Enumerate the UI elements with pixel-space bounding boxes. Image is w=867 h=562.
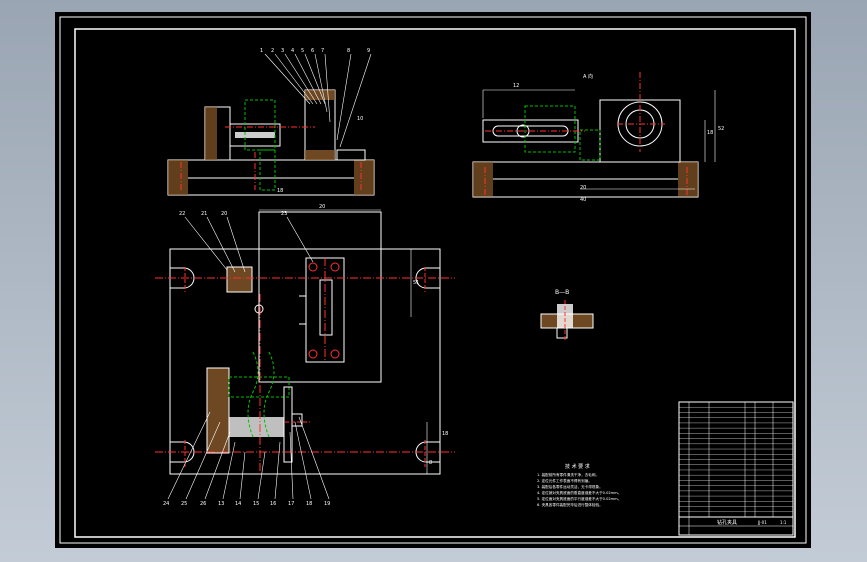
balloon: 8: [347, 48, 350, 54]
balloon: 21: [201, 211, 207, 217]
balloon: 24: [163, 501, 169, 507]
section-b-b: [540, 300, 594, 342]
right-view: [472, 72, 716, 198]
note-line: 4. 定位销对夹具底面的垂直度误差不大于0.02mm。: [537, 490, 621, 495]
notes-title: 技 术 要 求: [565, 463, 590, 470]
note-line: 3. 装配后各零件运动灵活，无卡滞现象。: [537, 484, 603, 489]
dim-right-bottom-1: 20: [580, 185, 586, 191]
cad-viewport[interactable]: 1 2 3 4 5 6 7 8 9 10 18 A 向 12 52 18 20 …: [55, 12, 811, 548]
balloon: 15: [253, 501, 259, 507]
balloon: 23: [281, 211, 287, 217]
balloon: 19: [324, 501, 330, 507]
balloon: 6: [311, 48, 314, 54]
balloon: 14: [235, 501, 241, 507]
balloon: 20: [221, 211, 227, 217]
title-block-title: 钻孔夹具: [717, 519, 737, 526]
balloon: 2: [271, 48, 274, 54]
balloon: 25: [181, 501, 187, 507]
note-line: 2. 定位元件工作表面不得有划痕。: [537, 478, 592, 483]
balloon: 10: [357, 116, 363, 122]
dim-right-small: 18: [707, 130, 713, 136]
title-block: [678, 401, 794, 536]
balloon: 1: [260, 48, 263, 54]
balloon: 17: [288, 501, 294, 507]
dim-right-bottom-2: 40: [580, 197, 586, 203]
title-block-rows: [679, 407, 793, 512]
dim-front-width: 18: [277, 188, 283, 194]
balloon: 18: [306, 501, 312, 507]
title-block-scale: 1:1: [780, 520, 787, 525]
dim-plan-width: 20: [319, 204, 325, 210]
plan-balloons-bottom: 24 25 26 13 14 15 16 17 18 19: [163, 501, 330, 507]
dim-right-height: 52: [718, 126, 724, 132]
title-block-drawing-no: JJ-01: [757, 520, 767, 525]
balloon: 3: [281, 48, 284, 54]
front-view: [167, 53, 375, 196]
dim-right-top: 12: [513, 83, 519, 89]
balloon: 22: [179, 211, 185, 217]
outer-border: [59, 16, 807, 544]
dim-plan-h2: 18: [442, 431, 448, 437]
plan-view: [155, 209, 455, 500]
balloon: 5: [301, 48, 304, 54]
balloon: 13: [218, 501, 224, 507]
top-balloons: 1 2 3 4 5 6 7 8 9 10: [260, 48, 370, 122]
balloon: 16: [270, 501, 276, 507]
balloon: 7: [321, 48, 324, 54]
section-label: B—B: [555, 289, 569, 296]
balloon: 9: [367, 48, 370, 54]
inner-border: [74, 28, 796, 538]
dim-plan-h3: 8: [429, 460, 432, 466]
technical-notes: 技 术 要 求 1. 装配前所有零件清洗干净，去毛刺。 2. 定位元件工作表面不…: [537, 463, 621, 507]
dim-plan-h1: 51: [413, 280, 419, 286]
assembly-drawing: 1 2 3 4 5 6 7 8 9 10 18 A 向 12 52 18 20 …: [59, 16, 807, 544]
note-line: 5. 定位面对夹具底面的平行度误差不大于0.02mm。: [537, 496, 621, 501]
note-line: 6. 夹具各零件装配完毕后进行整体检验。: [537, 502, 603, 507]
note-line: 1. 装配前所有零件清洗干净，去毛刺。: [537, 472, 599, 477]
balloon: 4: [291, 48, 294, 54]
balloon: 26: [200, 501, 206, 507]
view-label-a: A 向: [583, 73, 593, 80]
